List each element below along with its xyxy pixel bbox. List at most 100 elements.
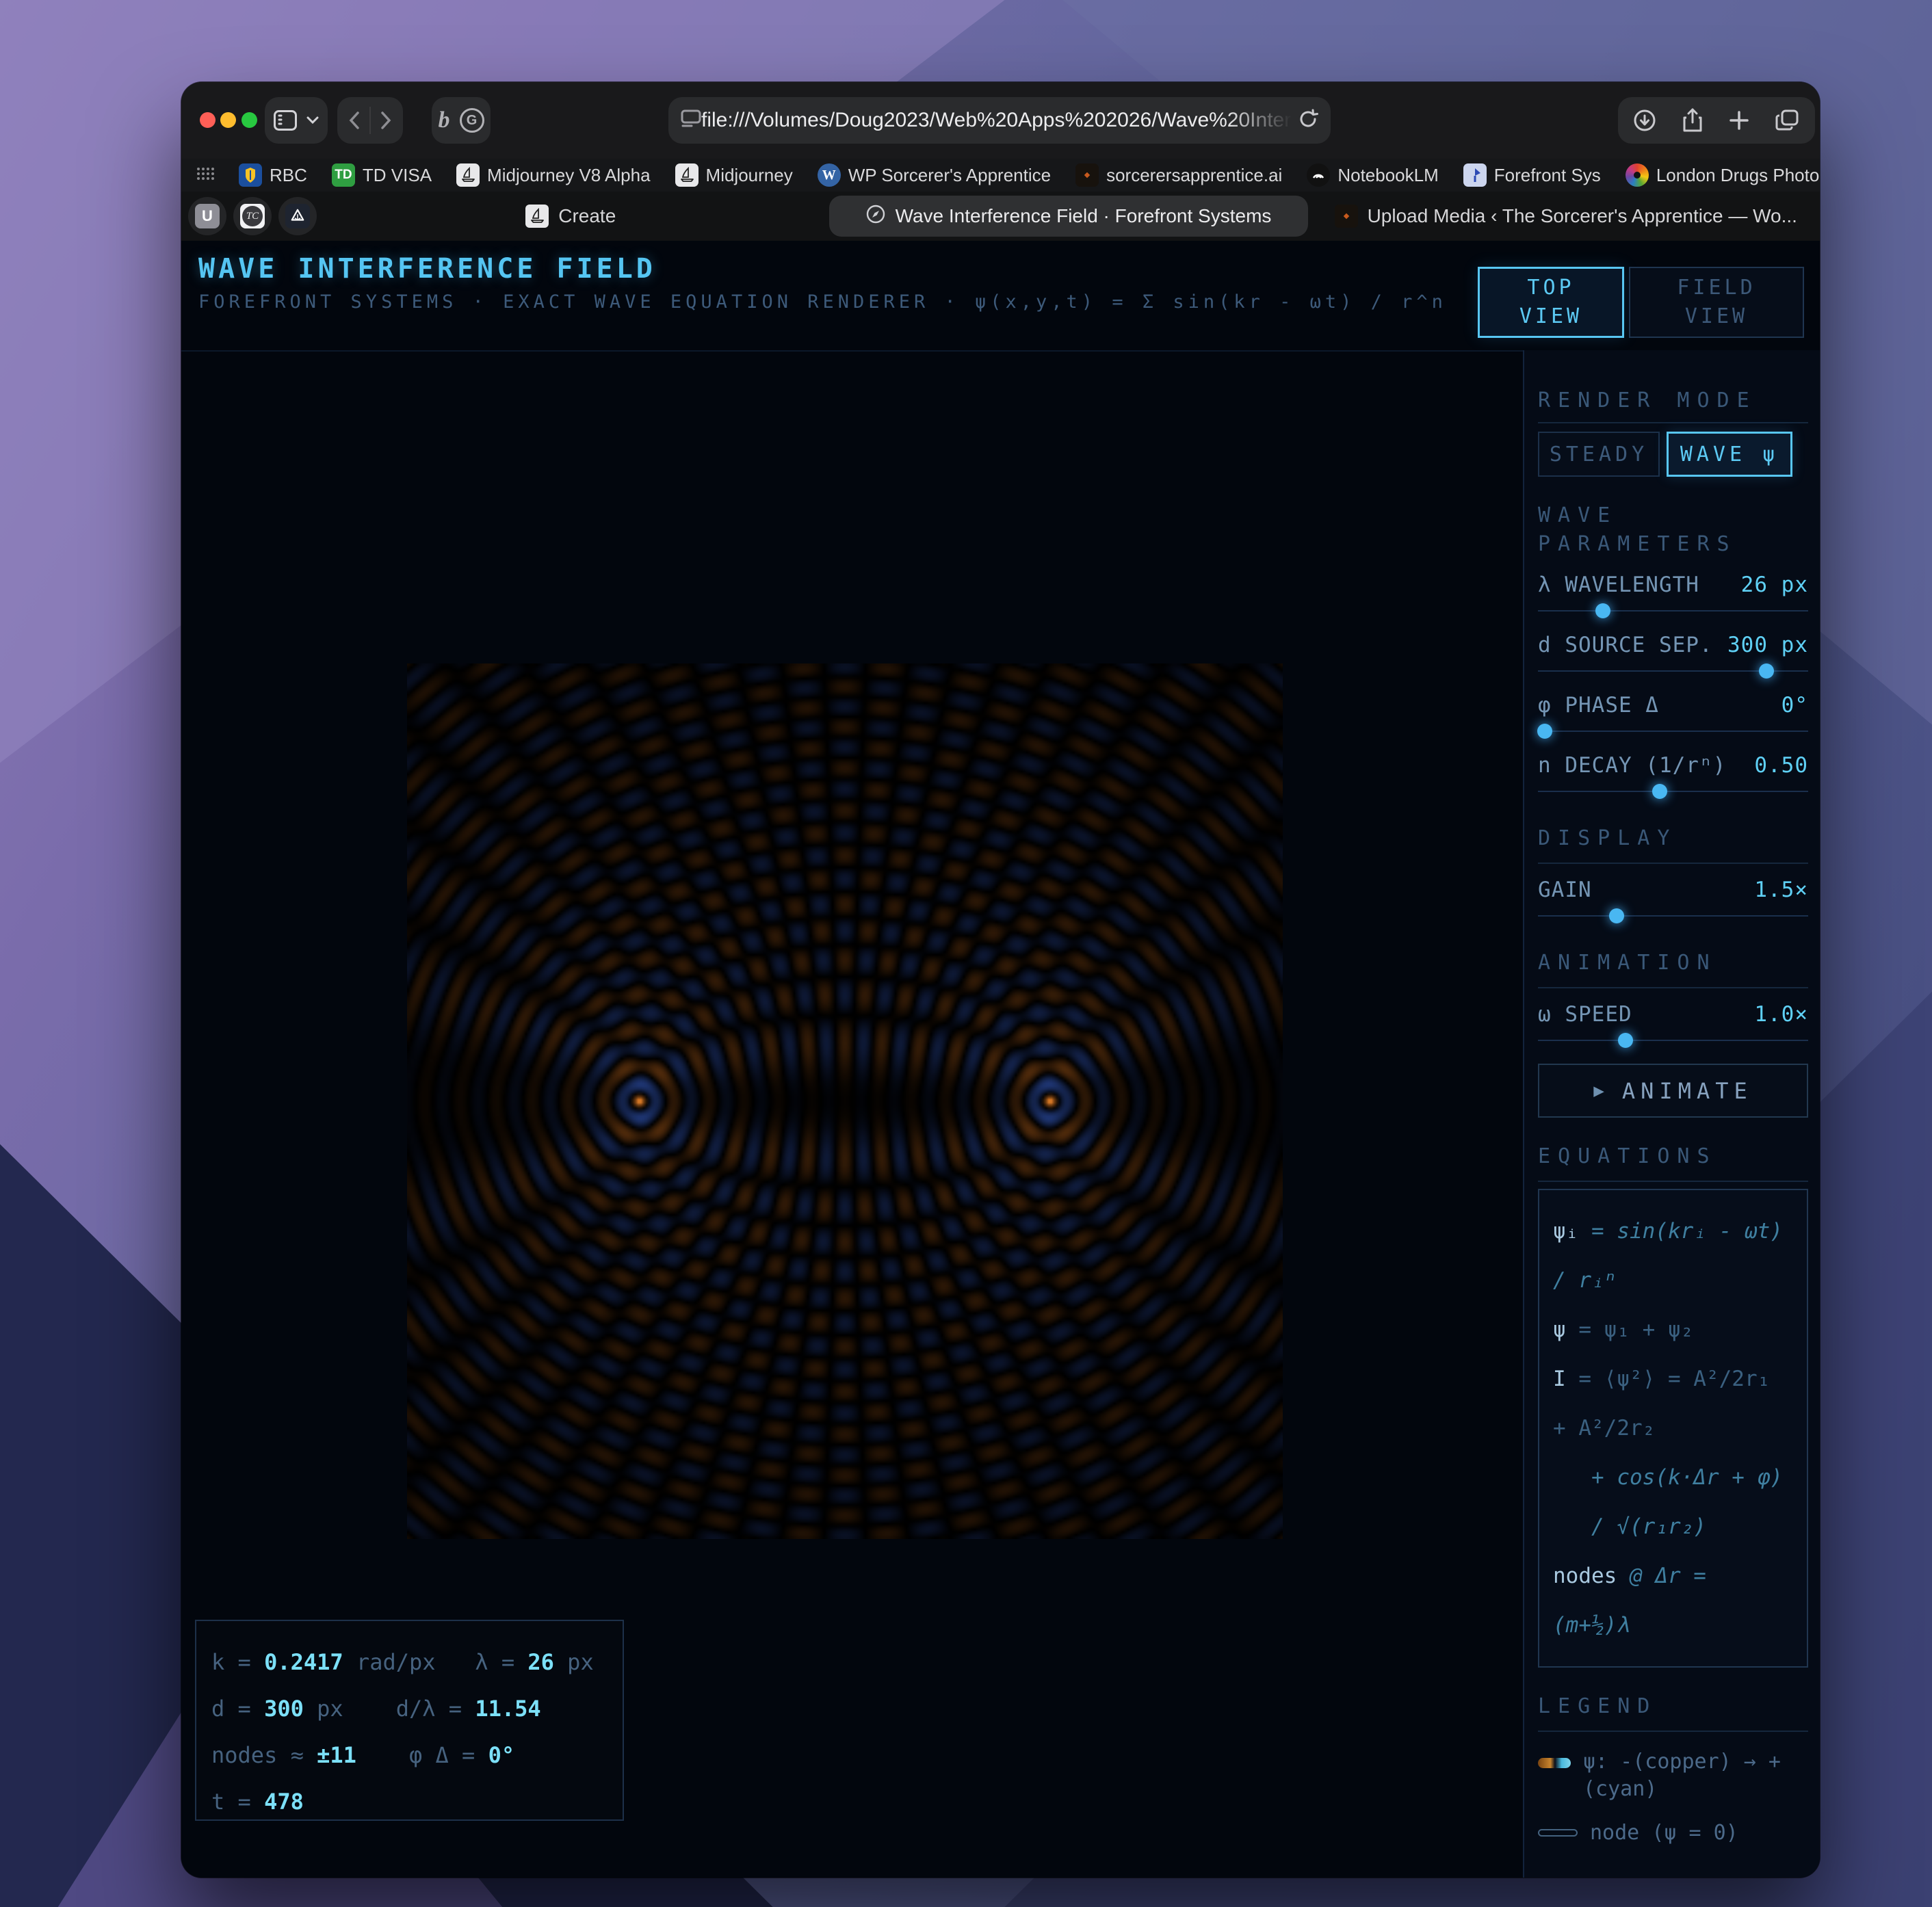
- wavelength-value: 26 px: [1741, 573, 1808, 597]
- speed-slider: ω SPEED 1.0×: [1538, 1002, 1808, 1049]
- zoom-window-button[interactable]: [242, 112, 257, 128]
- speed-thumb[interactable]: [1618, 1033, 1633, 1048]
- phase-delta-track[interactable]: [1538, 723, 1808, 739]
- tc-monogram-icon: TC: [240, 204, 265, 228]
- decay-thumb[interactable]: [1652, 784, 1667, 799]
- section-rule: [1538, 863, 1808, 864]
- animation-heading: ANIMATION: [1538, 949, 1808, 977]
- compass-icon: [865, 204, 886, 229]
- gain-slider: GAIN 1.5×: [1538, 878, 1808, 924]
- nav-divider: [369, 107, 371, 134]
- wave-canvas-container[interactable]: [407, 663, 1283, 1539]
- top-view-button[interactable]: TOP VIEW: [1478, 267, 1624, 338]
- tab-upload-media[interactable]: Upload Media ‹ The Sorcerer's Apprentice…: [1312, 192, 1820, 241]
- pinned-tab-unity[interactable]: [278, 197, 317, 235]
- decay-value: 0.50: [1754, 753, 1808, 778]
- bookmark-sorcerersapprentice-ai[interactable]: sorcerersapprentice.ai: [1075, 163, 1282, 187]
- pinned-tab-u[interactable]: U: [188, 197, 226, 235]
- unity-icon: [285, 204, 310, 228]
- reader-icon[interactable]: [681, 109, 701, 132]
- phase-delta-value: 0°: [1781, 693, 1808, 718]
- tab-wave-interference-active[interactable]: Wave Interference Field · Forefront Syst…: [829, 196, 1308, 237]
- bookmark-midjourney-v8[interactable]: Midjourney V8 Alpha: [456, 163, 650, 187]
- phase-delta-thumb[interactable]: [1537, 724, 1552, 739]
- speed-track[interactable]: [1538, 1032, 1808, 1049]
- bookmark-london-drugs[interactable]: London Drugs Photo Lab: [1626, 163, 1820, 187]
- node-swatch: [1538, 1829, 1578, 1837]
- speed-label: ω SPEED: [1538, 1002, 1632, 1027]
- legend-heading: LEGEND: [1538, 1692, 1808, 1721]
- play-icon: ▶: [1593, 1081, 1610, 1101]
- back-button[interactable]: [349, 111, 360, 129]
- downloads-button[interactable]: [1633, 109, 1656, 132]
- source-separation-thumb[interactable]: [1759, 663, 1774, 679]
- tab-overview-button[interactable]: [1775, 109, 1800, 132]
- bookmark-rbc[interactable]: RBC: [239, 163, 307, 187]
- reload-icon[interactable]: [1298, 109, 1318, 133]
- london-drugs-favicon-center: [1634, 172, 1641, 179]
- tab-create[interactable]: Create: [317, 192, 825, 241]
- bookmark-notebooklm[interactable]: NotebookLM: [1307, 163, 1438, 187]
- phase-delta-slider: φ PHASE Δ 0°: [1538, 693, 1808, 739]
- source-separation-track[interactable]: [1538, 663, 1808, 679]
- wave-mode-button[interactable]: WAVE ψ: [1667, 432, 1792, 477]
- display-heading: DISPLAY: [1538, 824, 1808, 853]
- speed-value: 1.0×: [1754, 1002, 1808, 1027]
- equations-panel: ψᵢ = sin(krᵢ - ωt) / rᵢⁿ ψ = ψ₁ + ψ₂ I =…: [1538, 1189, 1808, 1668]
- notebooklm-favicon: [1307, 163, 1330, 187]
- equations-heading: EQUATIONS: [1538, 1142, 1808, 1171]
- wavelength-track[interactable]: [1538, 603, 1808, 619]
- td-favicon: TD: [332, 163, 355, 187]
- favorites-grid-icon[interactable]: [196, 167, 214, 184]
- sidebar-icon: [274, 110, 297, 131]
- bookmark-forefront-sys[interactable]: Forefront Sys: [1463, 163, 1601, 187]
- bing-extension-icon[interactable]: b: [439, 107, 450, 133]
- bookmark-midjourney[interactable]: Midjourney: [675, 163, 793, 187]
- wave-canvas[interactable]: [407, 663, 1283, 1539]
- readout-lines: k = 0.2417 rad/px λ = 26 pxd = 300 px d/…: [211, 1639, 608, 1825]
- render-mode-heading: RENDER MODE: [1538, 389, 1808, 412]
- bookmarks-bar: RBC TD TD VISA Midjourney V8 Alpha Midjo…: [181, 159, 1820, 192]
- nav-button-group: [337, 97, 403, 144]
- forward-button[interactable]: [380, 111, 391, 129]
- address-bar[interactable]: file:///Volumes/Doug2023/Web%20Apps%2020…: [668, 97, 1331, 144]
- field-view-button[interactable]: FIELD VIEW: [1629, 267, 1804, 338]
- new-tab-button[interactable]: [1729, 110, 1749, 131]
- bookmark-td-visa[interactable]: TD TD VISA: [332, 163, 432, 187]
- decay-slider: n DECAY (1/rⁿ) 0.50: [1538, 753, 1808, 800]
- bookmark-wp-sorcerers-apprentice[interactable]: W WP Sorcerer's Apprentice: [818, 163, 1051, 187]
- gain-track[interactable]: [1538, 908, 1808, 924]
- colormap-swatch: [1538, 1758, 1571, 1768]
- readout-line: d = 300 px d/λ = 11.54: [211, 1685, 608, 1732]
- readout-line: nodes ≈ ±11 φ Δ = 0°: [211, 1732, 608, 1778]
- decay-track[interactable]: [1538, 783, 1808, 800]
- midjourney-favicon: [675, 163, 699, 187]
- wave-parameters-heading: WAVE PARAMETERS: [1538, 501, 1808, 559]
- u-app-icon: U: [195, 204, 220, 228]
- wavelength-slider: λ WAVELENGTH 26 px: [1538, 573, 1808, 619]
- gain-label: GAIN: [1538, 878, 1592, 902]
- equation-superposition: ψ = ψ₁ + ψ₂: [1553, 1305, 1793, 1354]
- url-text[interactable]: file:///Volumes/Doug2023/Web%20Apps%2020…: [701, 109, 1298, 132]
- browser-window: b G file:///Volumes/Doug2023/Web%20Apps%…: [181, 82, 1820, 1878]
- gain-thumb[interactable]: [1609, 908, 1624, 923]
- source-separation-value: 300 px: [1727, 633, 1808, 657]
- wavelength-thumb[interactable]: [1595, 603, 1610, 618]
- wordpress-favicon: W: [818, 163, 841, 187]
- extensions-group: b G: [432, 97, 491, 144]
- rbc-favicon: [239, 163, 262, 187]
- share-button[interactable]: [1682, 108, 1703, 133]
- equation-cos-term: + cos(k·Δr + φ) / √(r₁r₂): [1553, 1453, 1793, 1551]
- section-rule: [1538, 422, 1808, 423]
- minimize-window-button[interactable]: [220, 112, 236, 128]
- animate-button[interactable]: ▶ ANIMATE: [1538, 1064, 1808, 1118]
- grammarly-extension-icon[interactable]: G: [460, 108, 484, 133]
- browser-toolbar: b G file:///Volumes/Doug2023/Web%20Apps%…: [181, 82, 1820, 159]
- legend-psi-label: ψ: -(copper) → + (cyan): [1583, 1748, 1808, 1803]
- sidebar-toggle-button[interactable]: [265, 97, 328, 144]
- close-window-button[interactable]: [200, 112, 216, 128]
- pinned-tab-tc[interactable]: TC: [233, 197, 272, 235]
- steady-mode-button[interactable]: STEADY: [1538, 432, 1660, 477]
- midjourney-favicon: [456, 163, 480, 187]
- london-drugs-favicon: [1626, 163, 1649, 187]
